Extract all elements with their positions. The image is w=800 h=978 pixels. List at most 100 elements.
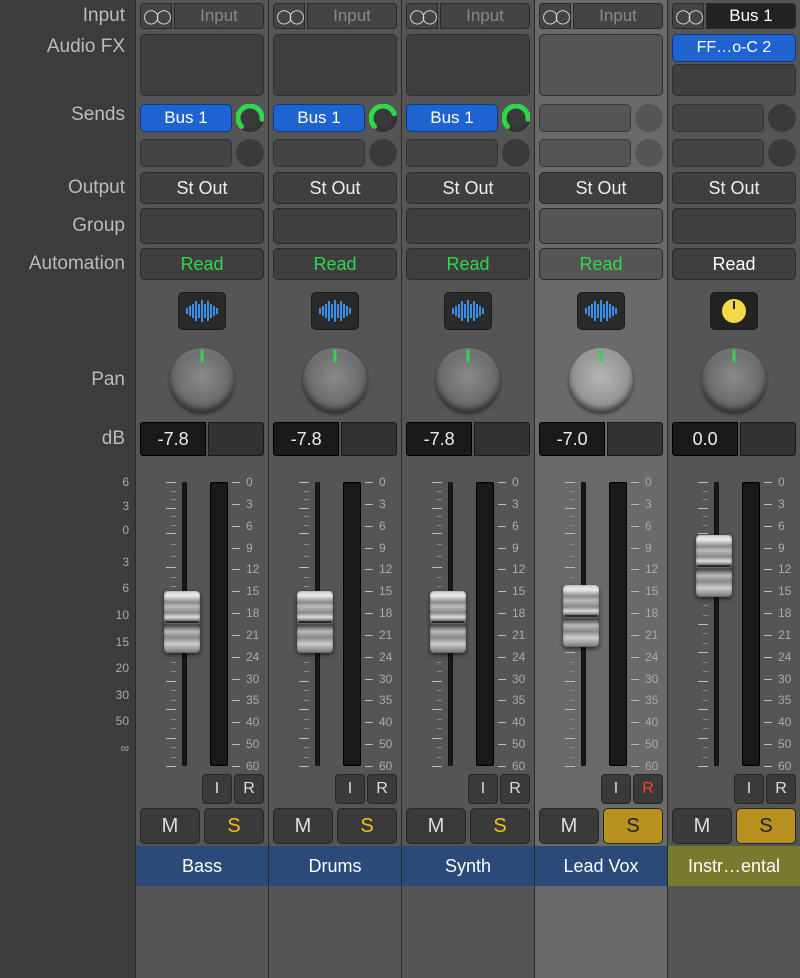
mute-button[interactable]: M <box>539 808 599 844</box>
db-value-field[interactable]: -7.8 <box>406 422 472 456</box>
pan-knob[interactable] <box>702 348 766 412</box>
send-empty-knob[interactable] <box>369 139 397 167</box>
send-bus-button[interactable]: Bus 1 <box>140 104 232 132</box>
send-empty-knob[interactable] <box>635 104 663 132</box>
mute-button[interactable]: M <box>406 808 466 844</box>
fader-cap[interactable] <box>430 591 466 653</box>
peak-level-display[interactable] <box>474 422 530 456</box>
send-empty-knob[interactable] <box>768 139 796 167</box>
pan-knob[interactable] <box>436 348 500 412</box>
channel-mode-button[interactable] <box>178 292 226 330</box>
send-empty-knob[interactable] <box>236 139 264 167</box>
send-empty-slot[interactable] <box>273 139 365 167</box>
db-value-field[interactable]: 0.0 <box>672 422 738 456</box>
automation-mode-button[interactable]: Read <box>273 248 397 280</box>
output-slot[interactable]: St Out <box>406 172 530 204</box>
track-name[interactable]: Synth <box>402 846 534 886</box>
automation-mode-button[interactable]: Read <box>539 248 663 280</box>
channel-mode-button[interactable] <box>577 292 625 330</box>
channel-mode-button[interactable] <box>311 292 359 330</box>
send-empty-slot[interactable] <box>539 139 631 167</box>
track-name[interactable]: Bass <box>136 846 268 886</box>
audio-fx-empty-slot[interactable] <box>672 64 796 96</box>
input-slot[interactable]: Input <box>307 3 397 29</box>
input-format-button[interactable]: ◯◯ <box>406 3 438 29</box>
audio-fx-slot[interactable] <box>539 34 663 96</box>
record-enable-button[interactable]: R <box>500 774 530 804</box>
record-enable-button[interactable]: R <box>766 774 796 804</box>
pan-knob[interactable] <box>569 348 633 412</box>
peak-level-display[interactable] <box>341 422 397 456</box>
input-format-button[interactable]: ◯◯ <box>539 3 571 29</box>
track-name[interactable]: Lead Vox <box>535 846 667 886</box>
record-enable-button[interactable]: R <box>633 774 663 804</box>
db-value-field[interactable]: -7.8 <box>140 422 206 456</box>
send-empty-knob[interactable] <box>635 139 663 167</box>
automation-mode-button[interactable]: Read <box>672 248 796 280</box>
mute-button[interactable]: M <box>672 808 732 844</box>
input-monitor-button[interactable]: I <box>601 774 631 804</box>
solo-button[interactable]: S <box>470 808 530 844</box>
db-value-field[interactable]: -7.0 <box>539 422 605 456</box>
input-slot[interactable]: Input <box>174 3 264 29</box>
solo-button[interactable]: S <box>736 808 796 844</box>
input-slot[interactable]: Input <box>573 3 663 29</box>
peak-level-display[interactable] <box>740 422 796 456</box>
group-slot[interactable] <box>406 208 530 244</box>
fader-cap[interactable] <box>297 591 333 653</box>
send-level-knob[interactable] <box>369 104 397 132</box>
group-slot[interactable] <box>140 208 264 244</box>
record-enable-button[interactable]: R <box>234 774 264 804</box>
send-empty-knob[interactable] <box>502 139 530 167</box>
send-empty-slot[interactable] <box>406 139 498 167</box>
group-slot[interactable] <box>672 208 796 244</box>
peak-level-display[interactable] <box>208 422 264 456</box>
send-empty-slot[interactable] <box>140 139 232 167</box>
track-name[interactable]: Drums <box>269 846 401 886</box>
group-slot[interactable] <box>539 208 663 244</box>
send-empty-slot[interactable] <box>539 104 631 132</box>
fader-track[interactable] <box>714 482 719 766</box>
mute-button[interactable]: M <box>273 808 333 844</box>
audio-fx-slot[interactable] <box>140 34 264 96</box>
automation-mode-button[interactable]: Read <box>140 248 264 280</box>
input-format-button[interactable]: ◯◯ <box>140 3 172 29</box>
db-value-field[interactable]: -7.8 <box>273 422 339 456</box>
send-bus-button[interactable]: Bus 1 <box>406 104 498 132</box>
output-slot[interactable]: St Out <box>672 172 796 204</box>
solo-button[interactable]: S <box>204 808 264 844</box>
input-monitor-button[interactable]: I <box>468 774 498 804</box>
input-slot[interactable]: Bus 1 <box>706 3 796 29</box>
send-bus-button[interactable]: Bus 1 <box>273 104 365 132</box>
send-empty-slot[interactable] <box>672 104 764 132</box>
input-format-button[interactable]: ◯◯ <box>273 3 305 29</box>
automation-mode-button[interactable]: Read <box>406 248 530 280</box>
track-name[interactable]: Instr…ental <box>668 846 800 886</box>
solo-button[interactable]: S <box>337 808 397 844</box>
send-empty-slot[interactable] <box>672 139 764 167</box>
solo-button[interactable]: S <box>603 808 663 844</box>
output-slot[interactable]: St Out <box>140 172 264 204</box>
audio-fx-slot[interactable] <box>406 34 530 96</box>
input-slot[interactable]: Input <box>440 3 530 29</box>
channel-mode-button[interactable] <box>444 292 492 330</box>
send-level-knob[interactable] <box>502 104 530 132</box>
channel-mode-button[interactable] <box>710 292 758 330</box>
fader-cap[interactable] <box>563 585 599 647</box>
record-enable-button[interactable]: R <box>367 774 397 804</box>
pan-knob[interactable] <box>170 348 234 412</box>
group-slot[interactable] <box>273 208 397 244</box>
output-slot[interactable]: St Out <box>273 172 397 204</box>
send-empty-knob[interactable] <box>768 104 796 132</box>
input-monitor-button[interactable]: I <box>335 774 365 804</box>
input-monitor-button[interactable]: I <box>202 774 232 804</box>
fader-cap[interactable] <box>696 535 732 597</box>
audio-fx-slot[interactable] <box>273 34 397 96</box>
pan-knob[interactable] <box>303 348 367 412</box>
send-level-knob[interactable] <box>236 104 264 132</box>
input-monitor-button[interactable]: I <box>734 774 764 804</box>
audio-fx-plugin[interactable]: FF…o-C 2 <box>672 34 796 62</box>
input-format-button[interactable]: ◯◯ <box>672 3 704 29</box>
output-slot[interactable]: St Out <box>539 172 663 204</box>
mute-button[interactable]: M <box>140 808 200 844</box>
